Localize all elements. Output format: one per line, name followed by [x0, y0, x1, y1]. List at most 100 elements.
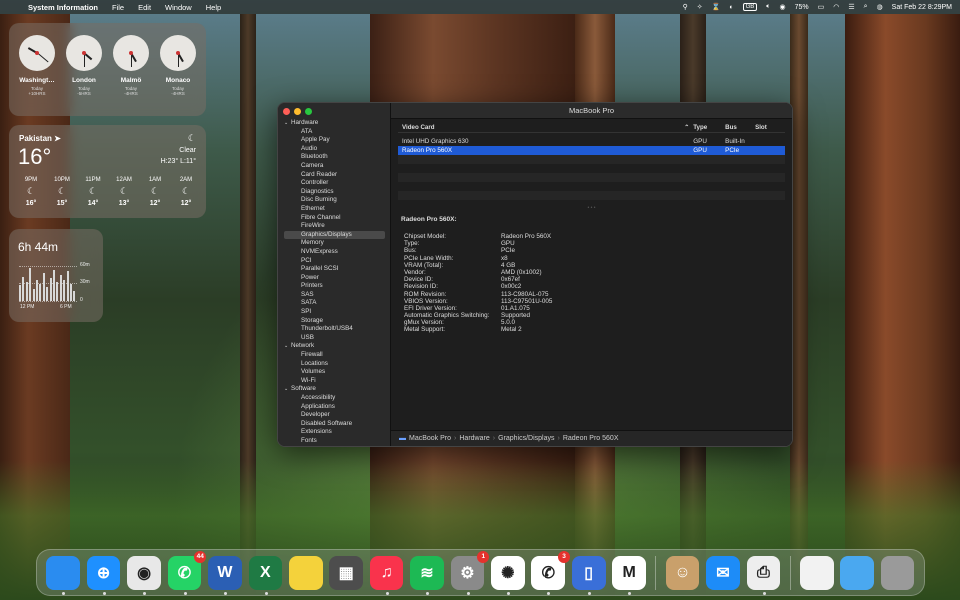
sidebar-item[interactable]: Volumes [278, 368, 391, 377]
control-center-icon[interactable]: ☰ [848, 3, 854, 11]
sidebar-item[interactable]: Extensions [278, 428, 391, 437]
sidebar-item[interactable]: Controller [278, 179, 391, 188]
sidebar-category[interactable]: ⌄ Hardware [278, 119, 391, 128]
chevron-down-icon[interactable]: ⌄ [284, 385, 291, 394]
whatsapp-alt-icon[interactable]: ✆ 3 [531, 550, 571, 595]
volume-icon[interactable]: 🔈︎ [766, 3, 770, 11]
world-clock-widget[interactable]: Washingt… Today +10HRS London Today -5HR… [9, 23, 206, 116]
iphone-mirroring-icon[interactable]: ▯ [571, 555, 606, 595]
battery-icon[interactable]: ▭ [818, 3, 825, 11]
whatsapp-icon[interactable]: ✆ 44 [167, 550, 207, 595]
clock-text[interactable]: Sat Feb 22 8:29PM [892, 4, 952, 11]
sidebar-item[interactable]: Audio [278, 145, 391, 154]
path-item[interactable]: Radeon Pro 560X [563, 435, 619, 442]
table-row[interactable]: Radeon Pro 560X GPU PCIe [398, 146, 785, 155]
sidebar-item[interactable]: Fibre Channel [278, 214, 391, 223]
sidebar-item[interactable]: Camera [278, 162, 391, 171]
path-item[interactable]: Graphics/Displays [498, 435, 554, 442]
settings-icon[interactable]: ⚙ 1 [450, 550, 490, 595]
screen-time-icon[interactable]: ⌛ [712, 3, 721, 11]
menu-help[interactable]: Help [206, 3, 221, 12]
sidebar-item[interactable]: SATA [278, 299, 391, 308]
menu-app-name[interactable]: System Information [28, 3, 98, 12]
sidebar-item[interactable]: Printers [278, 282, 391, 291]
sidebar-item[interactable]: Applications [278, 403, 391, 412]
contacts-icon[interactable]: ☺ [665, 555, 700, 590]
siri-icon[interactable]: ◍ [877, 3, 883, 11]
sidebar-item[interactable]: Disc Burning [278, 196, 391, 205]
column-type[interactable]: Type [693, 124, 725, 131]
mail-icon[interactable]: ✉ [706, 555, 740, 590]
sidebar-item[interactable]: Diagnostics [278, 188, 391, 197]
excel-icon[interactable]: X [248, 555, 283, 595]
sidebar-item-label: SATA [301, 299, 317, 307]
menu-file[interactable]: File [112, 3, 124, 12]
chatgpt-icon[interactable]: ✺ [491, 555, 525, 595]
music-icon[interactable]: ♫ [369, 555, 404, 595]
screen-time-widget[interactable]: 6h 44m 60m 30m 0 12 PM 6 PM [9, 229, 103, 322]
calculator-icon[interactable]: ▦ [329, 555, 363, 590]
forecast-hour: 9PM ☾ 16° [17, 177, 45, 207]
sidebar-item[interactable]: SAS [278, 291, 391, 300]
sidebar-item[interactable]: Storage [278, 317, 391, 326]
chevron-down-icon[interactable]: ⌄ [284, 119, 291, 128]
minimize-button[interactable] [294, 108, 301, 115]
sidebar-item[interactable]: SPI [278, 308, 391, 317]
sidebar-item[interactable]: NVMExpress [278, 248, 391, 257]
column-video-card[interactable]: Video Card ⌃ [398, 124, 693, 131]
printer-icon[interactable]: ⎙ [746, 555, 781, 595]
sidebar-item[interactable]: Parallel SCSI [278, 265, 391, 274]
sidebar-item[interactable]: Ethernet [278, 205, 391, 214]
battery-percent[interactable]: 75% [795, 4, 809, 11]
close-button[interactable] [283, 108, 290, 115]
document-icon[interactable] [799, 555, 834, 590]
split-handle[interactable]: • • • [391, 206, 792, 211]
column-slot[interactable]: Slot [755, 124, 785, 131]
sidebar-item[interactable]: PCI [278, 257, 391, 266]
chevron-down-icon[interactable]: ⌄ [284, 342, 291, 351]
accessibility-icon[interactable]: ◉ [780, 3, 786, 11]
trash-icon[interactable] [880, 555, 915, 590]
safari-icon[interactable]: ⊕ [86, 555, 121, 595]
sidebar-item[interactable]: Fonts [278, 437, 391, 445]
wifi-icon[interactable]: ◠ [833, 3, 839, 11]
sidebar-item[interactable]: Power [278, 274, 391, 283]
notes-icon[interactable] [288, 555, 323, 590]
weather-widget[interactable]: Pakistan ➤ 16° ☾ Clear H:23° L:11° 9PM ☾ 1… [9, 125, 206, 218]
sidebar-item[interactable]: Apple Pay [278, 136, 391, 145]
zoom-button[interactable] [305, 108, 312, 115]
input-source[interactable]: GB [742, 3, 758, 11]
sidebar-item[interactable]: Memory [278, 239, 391, 248]
word-icon[interactable]: W [208, 555, 242, 595]
table-row[interactable]: Intel UHD Graphics 630 GPU Built-In [398, 137, 785, 146]
sidebar-item[interactable]: Thunderbolt/USB4 [278, 325, 391, 334]
column-bus[interactable]: Bus [725, 124, 755, 131]
finder-icon[interactable] [46, 555, 81, 595]
sidebar-item[interactable]: Firewall [278, 351, 391, 360]
sidebar-item[interactable]: Graphics/Displays [284, 230, 385, 240]
menu-window[interactable]: Window [165, 3, 192, 12]
path-item[interactable]: MacBook Pro [409, 435, 451, 442]
sidebar-category[interactable]: ⌄ Software [278, 385, 391, 394]
sidebar-category[interactable]: ⌄ Network [278, 342, 391, 351]
pushpin-icon[interactable]: ⚲ [683, 3, 688, 11]
tip-icon[interactable]: ✧ [697, 3, 703, 11]
teams-icon[interactable]: M [612, 555, 646, 595]
sidebar-item[interactable]: Disabled Software [278, 420, 391, 429]
sidebar-item[interactable]: USB [278, 334, 391, 343]
sidebar-item[interactable]: Developer [278, 411, 391, 420]
sidebar-item[interactable]: Wi-Fi [278, 377, 391, 386]
sidebar-item[interactable]: Card Reader [278, 171, 391, 180]
sidebar-item[interactable]: Bluetooth [278, 153, 391, 162]
app-menu-icon[interactable]: ◐ [729, 4, 733, 11]
spotify-icon[interactable]: ≋ [410, 555, 444, 595]
path-item[interactable]: Hardware [459, 435, 489, 442]
sidebar-item[interactable]: FireWire [278, 222, 391, 231]
sidebar-item[interactable]: Locations [278, 360, 391, 369]
search-icon[interactable]: ⌕ [864, 3, 868, 11]
downloads-folder-icon[interactable] [840, 555, 875, 590]
menu-edit[interactable]: Edit [138, 3, 151, 12]
chrome-icon[interactable]: ◉ [127, 555, 161, 595]
sidebar-item[interactable]: ATA [278, 128, 391, 137]
sidebar-item[interactable]: Accessibility [278, 394, 391, 403]
